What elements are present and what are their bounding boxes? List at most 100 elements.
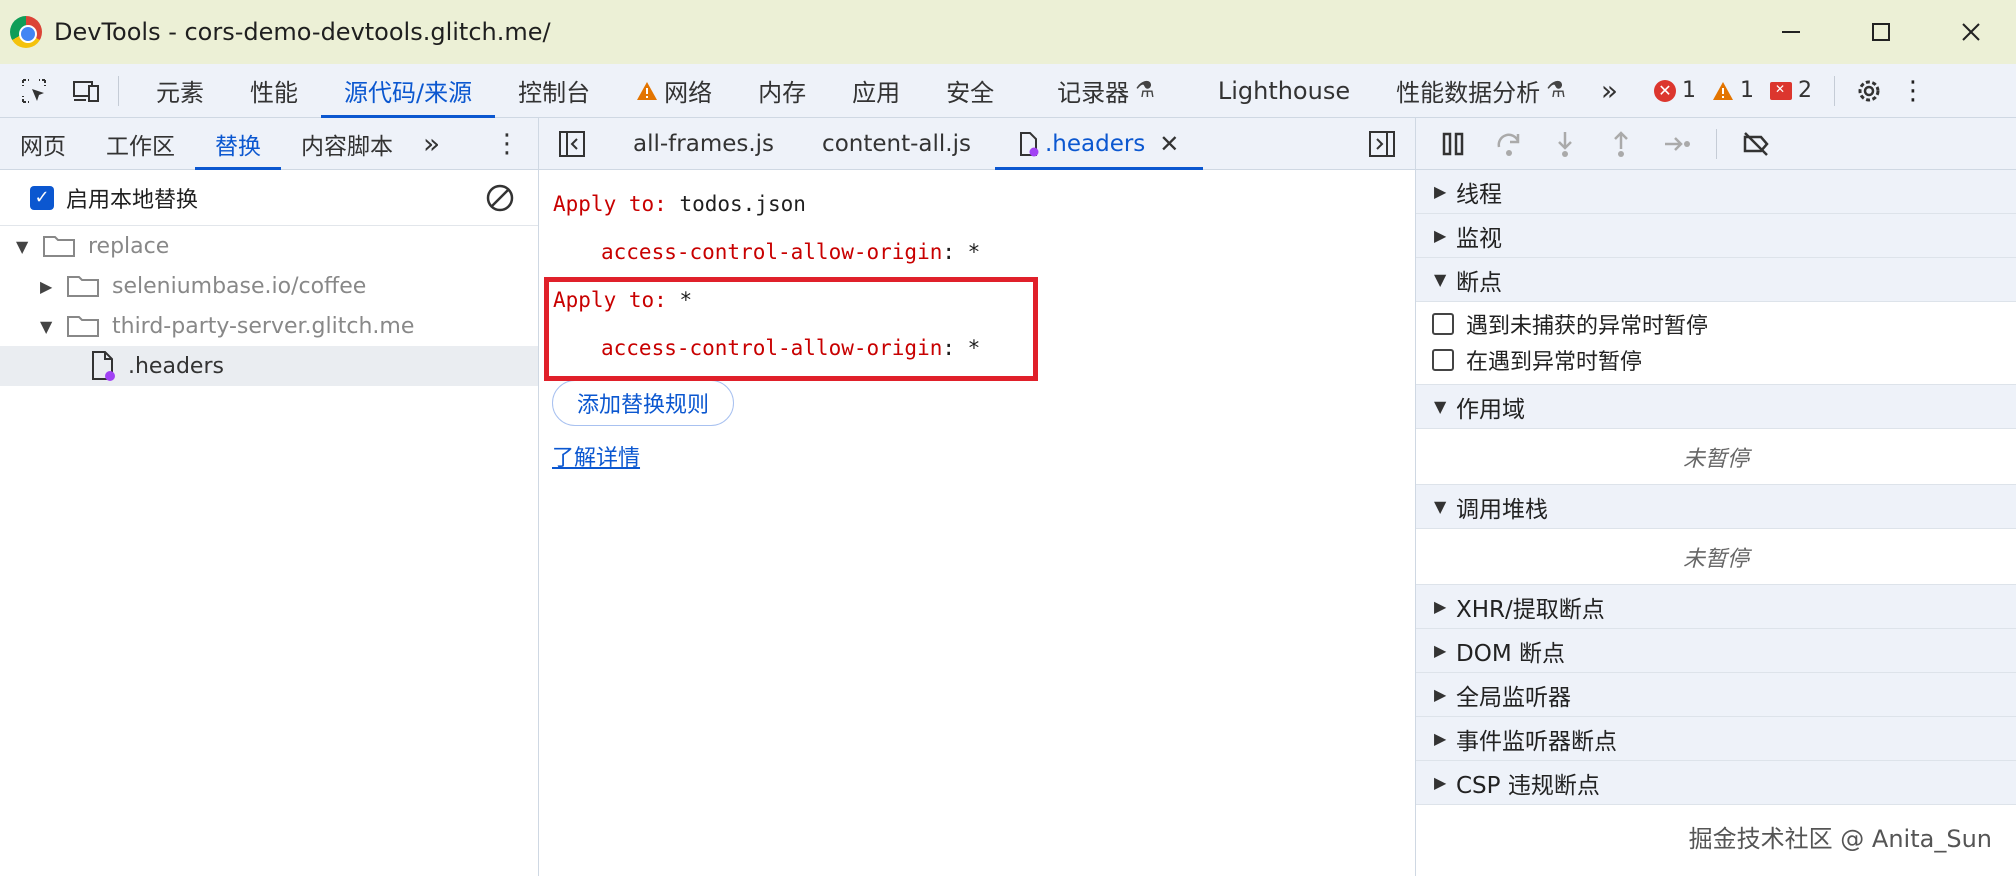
step-into-button[interactable] [1548,127,1582,161]
collapse-arrow-icon: ▶ [1434,597,1447,616]
tab-sources[interactable]: 源代码/来源 [321,64,496,118]
toggle-navigator-icon[interactable] [557,129,587,159]
section-threads[interactable]: ▶ 线程 [1416,170,2016,214]
more-navigator-tabs-button[interactable]: » [413,118,450,170]
tree-item-label: replace [88,233,170,259]
deactivate-breakpoints-button[interactable] [1739,127,1773,161]
checkbox-label: 在遇到异常时暂停 [1466,350,1643,375]
editor-tab-content-all[interactable]: content-all.js [798,118,995,170]
tree-folder-seleniumbase[interactable]: ▶ seleniumbase.io/coffee [0,266,538,306]
section-global-listeners[interactable]: ▶ 全局监听器 [1416,673,2016,717]
collapse-arrow-icon: ▶ [1434,226,1447,245]
tab-elements[interactable]: 元素 [133,64,227,118]
step-over-button[interactable] [1492,127,1526,161]
tree-folder-third-party[interactable]: ▼ third-party-server.glitch.me [0,306,538,346]
pause-icon [1442,132,1464,155]
issues-badge[interactable]: 2 [1769,78,1812,103]
section-label: 全局监听器 [1456,684,1571,711]
section-xhr-breakpoints[interactable]: ▶ XHR/提取断点 [1416,585,2016,629]
tree-folder-replace[interactable]: ▼ replace [0,226,538,266]
tab-label: 应用 [852,79,901,107]
tab-lighthouse[interactable]: Lighthouse [1178,64,1373,118]
expand-arrow-icon: ▼ [1434,397,1447,416]
collapse-arrow-icon: ▶ [1434,685,1447,704]
warnings-count: 1 [1739,78,1754,103]
pause-uncaught-row[interactable]: 遇到未捕获的异常时暂停 [1416,306,2016,342]
enable-overrides-label: 启用本地替换 [66,187,199,213]
tab-network[interactable]: 网络 [613,64,735,118]
section-breakpoints[interactable]: ▼ 断点 [1416,258,2016,302]
kebab-menu-icon: ⋮ [1899,75,1926,106]
more-tabs-icon: » [1600,74,1618,107]
warnings-badge[interactable]: 1 [1712,78,1754,103]
clear-overrides-icon[interactable] [484,182,516,214]
tab-page[interactable]: 网页 [0,118,86,170]
collapse-arrow-icon: ▶ [40,276,53,296]
pause-caught-checkbox[interactable] [1432,349,1454,371]
pause-button[interactable] [1436,127,1470,161]
issues-count: 2 [1797,78,1812,103]
window-title: DevTools - cors-demo-devtools.glitch.me/ [54,18,551,46]
tab-performance-insights[interactable]: 性能数据分析 ⚗ [1373,64,1589,118]
section-csp-breakpoints[interactable]: ▶ CSP 违规断点 [1416,761,2016,805]
tree-file-headers[interactable]: .headers [0,346,538,386]
settings-button[interactable] [1851,73,1887,109]
navigator-pane: 网页 工作区 替换 内容脚本 » ⋮ ✓ 启用本地替换 ▼ replace ▶ … [0,118,539,876]
scope-status: 未暂停 [1416,429,2016,485]
tab-security[interactable]: 安全 [923,64,1017,118]
minimize-button[interactable] [1746,0,1836,64]
step-into-icon [1558,131,1572,157]
more-tabs-button[interactable]: » [1589,64,1630,118]
breakpoint-options: 遇到未捕获的异常时暂停 在遇到异常时暂停 [1416,302,2016,385]
tab-console[interactable]: 控制台 [495,64,613,118]
device-toolbar-button[interactable] [68,73,104,109]
tab-label: 替换 [215,133,261,160]
close-tab-icon[interactable]: ✕ [1159,130,1179,158]
status-badges[interactable]: ✕ 1 1 2 [1653,78,1828,103]
header-line[interactable]: access-control-allow-origin: * [553,228,1415,276]
section-call-stack[interactable]: ▼ 调用堆栈 [1416,485,2016,529]
section-label: 线程 [1456,181,1502,208]
step-button[interactable] [1660,127,1694,161]
navigator-menu-icon[interactable]: ⋮ [494,129,520,159]
file-modified-icon [92,351,115,381]
editor-tab-all-frames[interactable]: all-frames.js [609,118,798,170]
header-name[interactable]: access-control-allow-origin [601,240,942,264]
tab-content-scripts[interactable]: 内容脚本 [281,118,413,170]
section-dom-breakpoints[interactable]: ▶ DOM 断点 [1416,629,2016,673]
editor-tab-headers[interactable]: .headers ✕ [994,118,1204,170]
minimize-icon [1782,31,1800,33]
section-watch[interactable]: ▶ 监视 [1416,214,2016,258]
tab-memory[interactable]: 内存 [735,64,829,118]
tab-overrides[interactable]: 替换 [195,118,281,170]
maximize-button[interactable] [1836,0,1926,64]
tab-workspace[interactable]: 工作区 [86,118,195,170]
apply-to-value[interactable]: todos.json [679,192,805,216]
toggle-debugger-icon[interactable] [1367,129,1397,159]
tab-performance[interactable]: 性能 [227,64,321,118]
pause-uncaught-checkbox[interactable] [1432,313,1454,335]
inspect-element-button[interactable] [16,73,52,109]
add-override-rule-button[interactable]: 添加替换规则 [552,380,735,426]
tab-label: 内存 [758,79,807,107]
section-scope[interactable]: ▼ 作用域 [1416,385,2016,429]
tab-recorder[interactable]: 记录器 ⚗ [1017,64,1178,118]
tab-application[interactable]: 应用 [829,64,923,118]
section-label: 事件监听器断点 [1456,728,1617,755]
pause-caught-row[interactable]: 在遇到异常时暂停 [1416,342,2016,378]
learn-more-link[interactable]: 了解详情 [552,440,640,472]
step-out-button[interactable] [1604,127,1638,161]
colon: : [654,192,680,216]
debugger-toolbar [1416,118,2016,170]
header-value[interactable]: * [968,240,981,264]
enable-overrides-checkbox[interactable]: ✓ [30,185,54,210]
tab-label: .headers [1044,130,1146,157]
section-event-listener-breakpoints[interactable]: ▶ 事件监听器断点 [1416,717,2016,761]
errors-badge[interactable]: ✕ 1 [1653,78,1696,103]
close-window-button[interactable] [1926,0,2016,64]
tab-label: 工作区 [106,133,175,160]
customize-menu-button[interactable]: ⋮ [1895,73,1931,109]
navigator-tabs: 网页 工作区 替换 内容脚本 » ⋮ [0,118,538,170]
apply-to-line[interactable]: Apply to: todos.json [553,180,1415,228]
expand-arrow-icon: ▼ [1434,270,1447,289]
